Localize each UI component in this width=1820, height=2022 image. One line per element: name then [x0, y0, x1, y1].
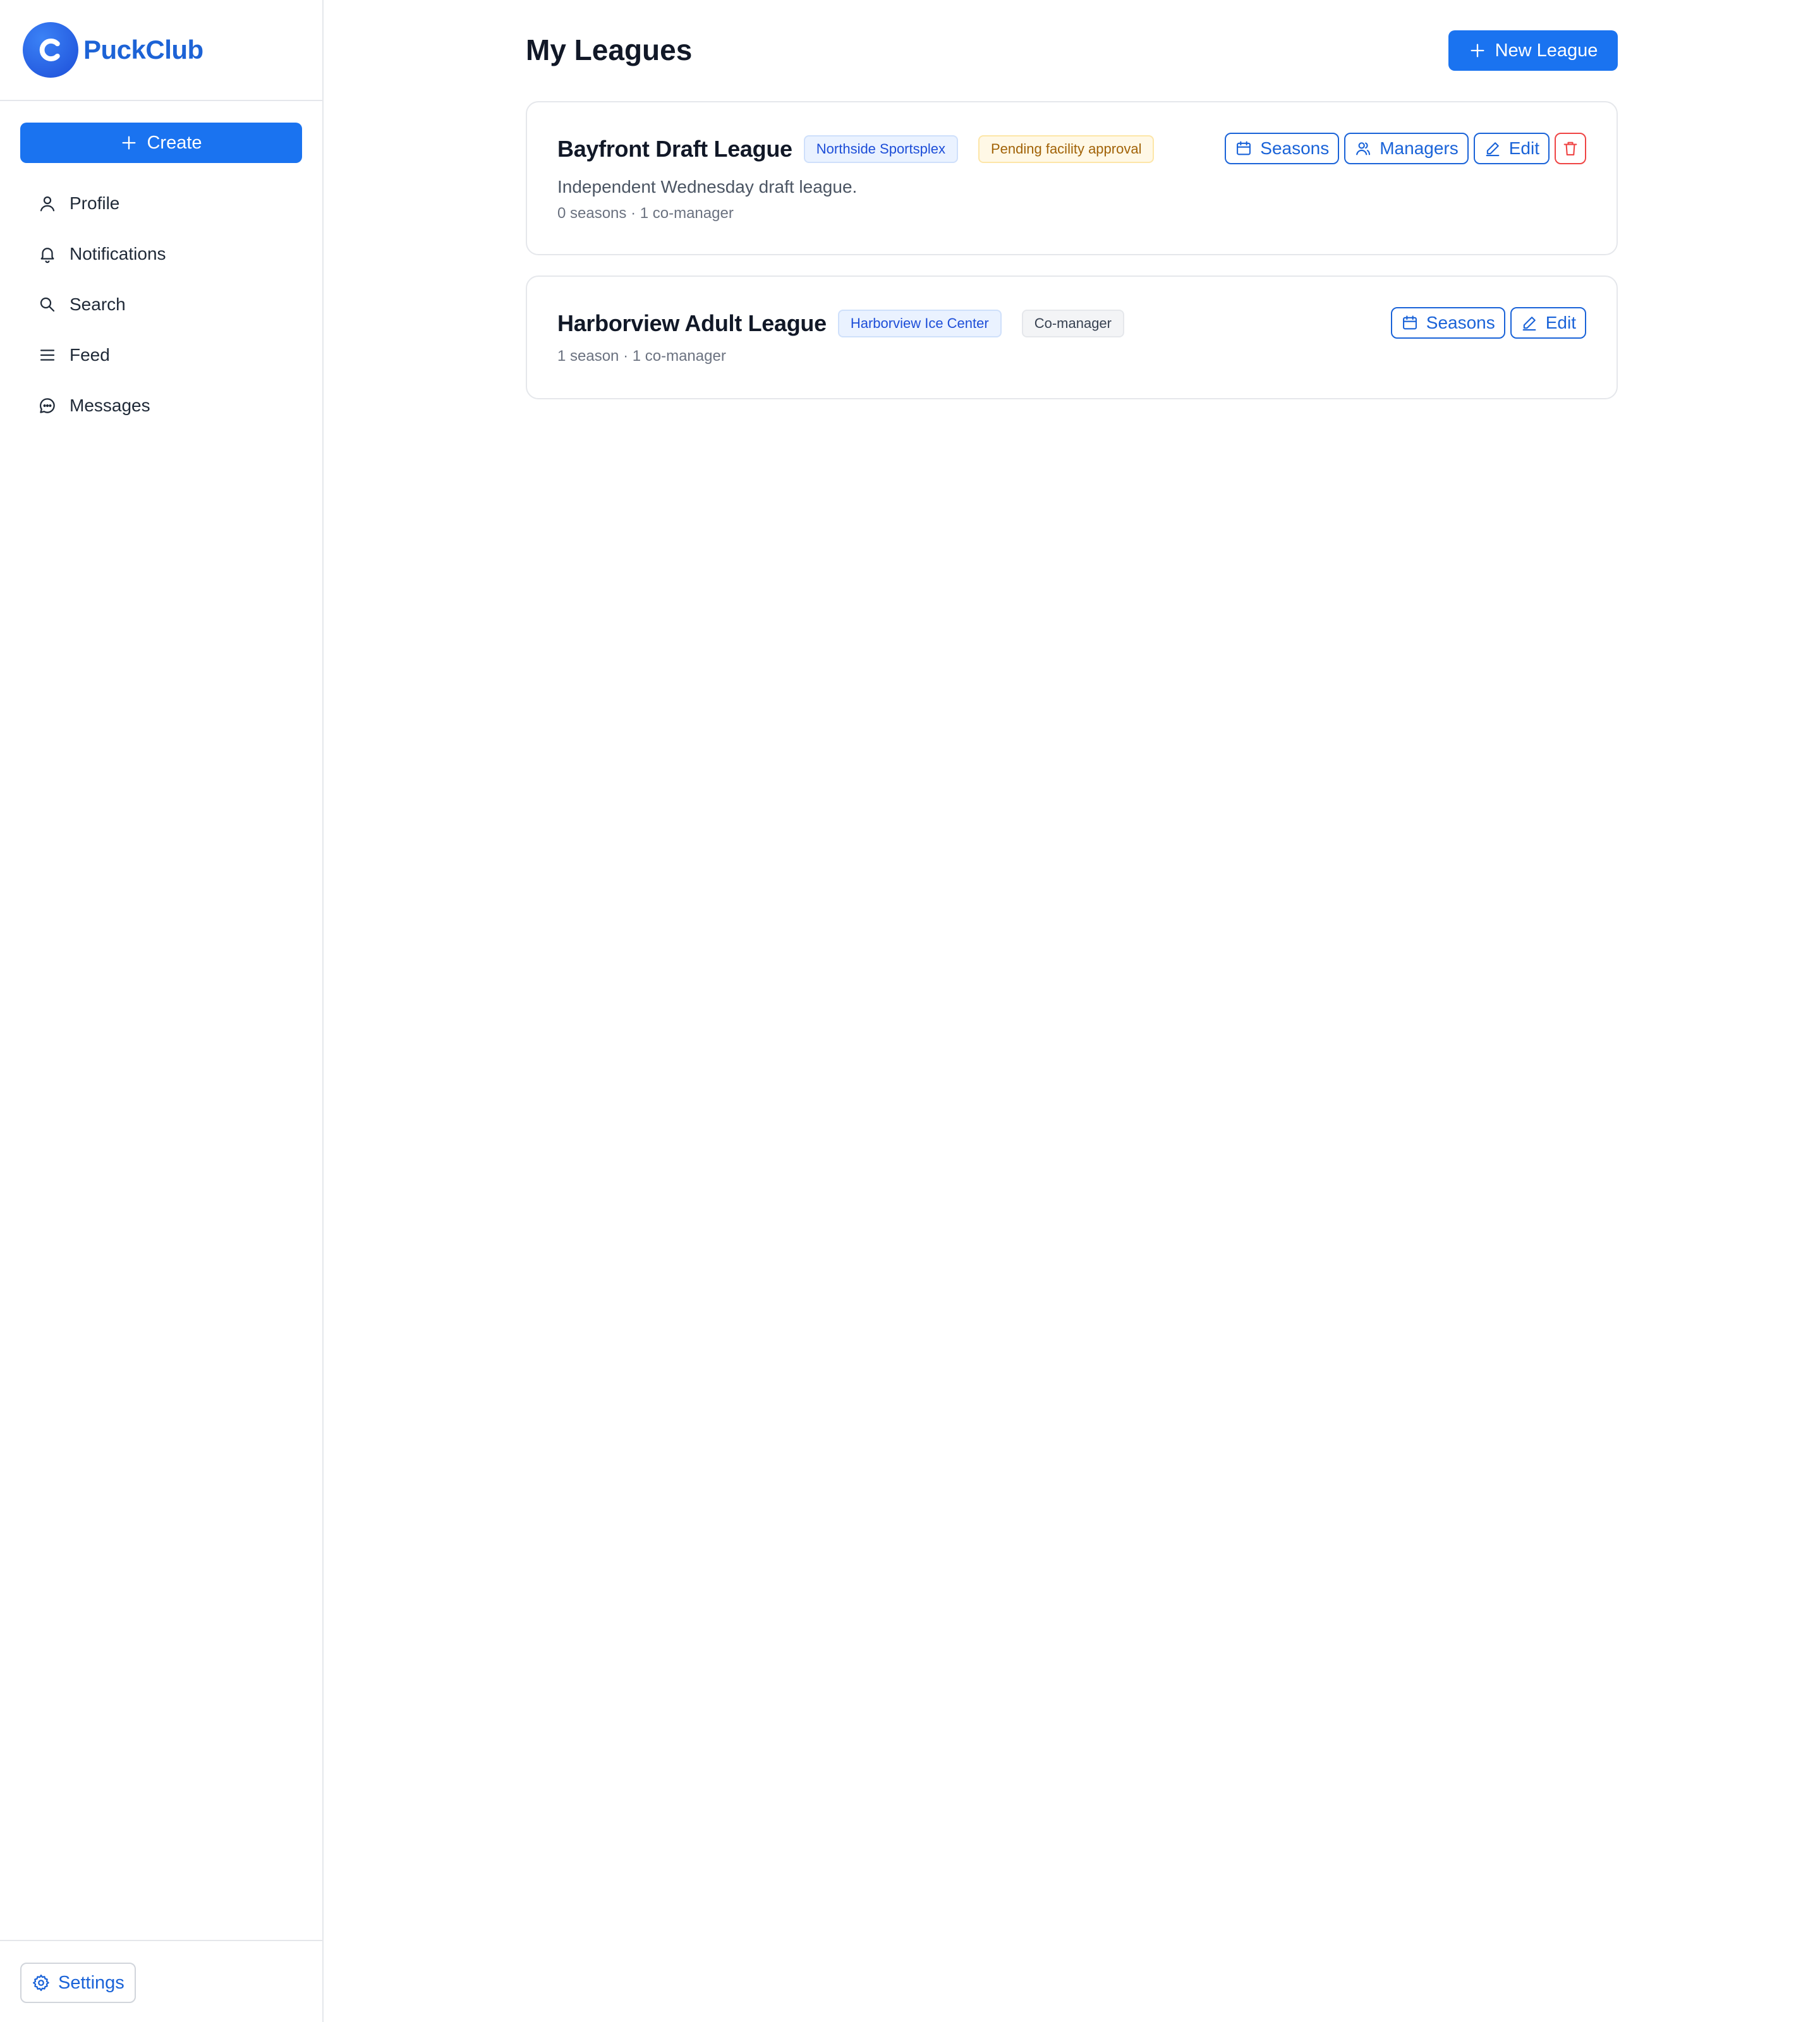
sidebar-item-search[interactable]: Search	[38, 279, 166, 330]
plus-icon	[1471, 44, 1484, 58]
seasons-button[interactable]: Seasons	[1225, 133, 1340, 164]
new-league-label: New League	[1495, 40, 1598, 61]
sidebar-item-label: Search	[70, 294, 126, 314]
users-icon	[1356, 142, 1371, 155]
seasons-button[interactable]: Seasons	[1390, 307, 1505, 339]
chat-icon	[40, 398, 55, 413]
trash-icon	[1563, 142, 1577, 155]
delete-button[interactable]	[1555, 133, 1586, 164]
sidebar-item-notifications[interactable]: Notifications	[38, 229, 166, 279]
sidebar-item-profile[interactable]: Profile	[38, 178, 166, 229]
league-name[interactable]: Bayfront Draft League	[557, 136, 792, 162]
page-title: My Leagues	[526, 33, 693, 66]
league-actions: Seasons Edit	[1390, 307, 1586, 339]
edit-button[interactable]: Edit	[1510, 307, 1586, 339]
plus-icon	[122, 136, 136, 150]
calendar-icon	[1237, 141, 1251, 155]
league-card: Bayfront Draft League Northside Sportspl…	[526, 101, 1618, 255]
settings-label: Settings	[58, 1972, 124, 1993]
calendar-icon	[1402, 315, 1417, 330]
league-card: Harborview Adult League Harborview Ice C…	[526, 275, 1618, 399]
sidebar-item-feed[interactable]: Feed	[38, 330, 166, 380]
pencil-icon	[1486, 142, 1500, 157]
status-badge: Pending facility approval	[978, 135, 1155, 163]
sidebar: PuckClub Create Profile Notifications Se…	[0, 0, 324, 2022]
puckclub-logo-icon	[23, 22, 78, 78]
gear-icon	[33, 1975, 49, 1991]
seasons-label: Seasons	[1260, 138, 1330, 158]
edit-button[interactable]: Edit	[1473, 133, 1550, 164]
league-actions: Seasons Managers Edit	[1225, 133, 1586, 164]
edit-label: Edit	[1508, 138, 1539, 158]
role-badge: Co-manager	[1021, 310, 1124, 337]
sidebar-item-label: Feed	[70, 345, 110, 365]
edit-label: Edit	[1545, 313, 1576, 332]
sidebar-item-label: Notifications	[70, 244, 166, 263]
logo[interactable]: PuckClub	[0, 0, 322, 101]
settings-button[interactable]: Settings	[20, 1963, 136, 2003]
user-icon	[40, 196, 55, 212]
sidebar-item-label: Messages	[70, 396, 150, 415]
sidebar-nav: Profile Notifications Search Feed Messag…	[38, 178, 166, 431]
new-league-button[interactable]: New League	[1448, 30, 1618, 71]
bell-icon	[40, 248, 54, 263]
league-description: Independent Wednesday draft league.	[557, 177, 858, 197]
menu-icon	[40, 349, 55, 361]
managers-button[interactable]: Managers	[1344, 133, 1469, 164]
sidebar-footer: Settings	[0, 1940, 322, 2022]
facility-badge[interactable]: Harborview Ice Center	[837, 310, 1002, 337]
facility-badge[interactable]: Northside Sportsplex	[803, 135, 958, 163]
league-meta: 0 seasons · 1 co-manager	[557, 205, 734, 222]
search-icon	[40, 297, 55, 312]
seasons-label: Seasons	[1426, 313, 1495, 332]
league-name[interactable]: Harborview Adult League	[557, 310, 827, 337]
league-header: Bayfront Draft League Northside Sportspl…	[557, 135, 1174, 163]
sidebar-item-label: Profile	[70, 193, 120, 213]
pencil-icon	[1522, 317, 1536, 331]
create-label: Create	[147, 132, 202, 153]
managers-label: Managers	[1380, 138, 1459, 158]
sidebar-item-messages[interactable]: Messages	[38, 380, 166, 431]
create-button[interactable]: Create	[20, 123, 302, 163]
league-meta: 1 season · 1 co-manager	[557, 348, 726, 365]
league-header: Harborview Adult League Harborview Ice C…	[557, 310, 1144, 337]
app-name: PuckClub	[83, 35, 203, 64]
